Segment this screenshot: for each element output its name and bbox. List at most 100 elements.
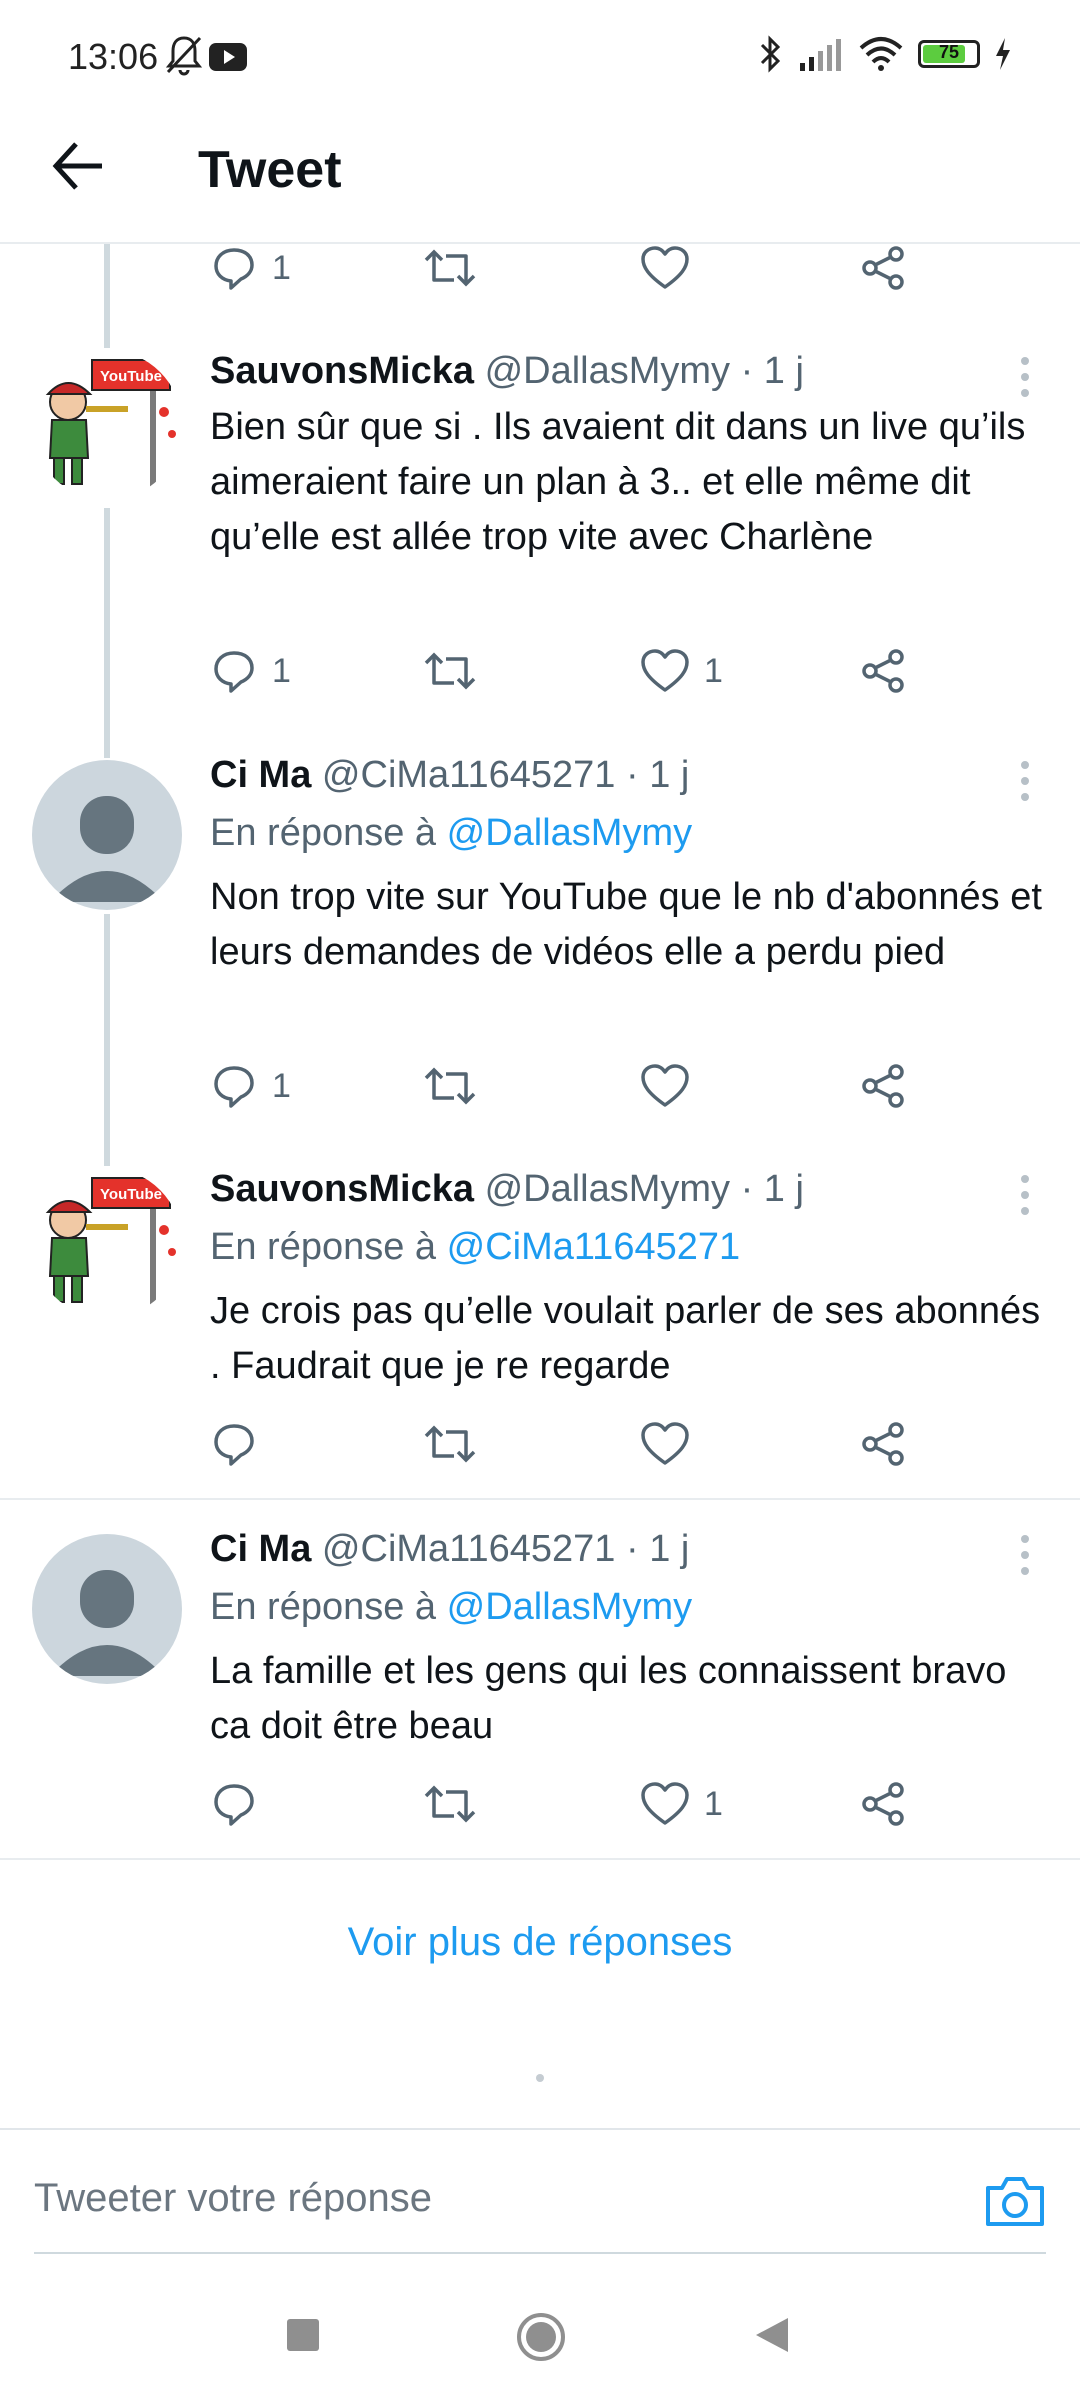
reply-input[interactable]: Tweeter votre réponse: [34, 2176, 432, 2221]
reply-to-handle-link[interactable]: @DallasMymy: [447, 812, 692, 854]
more-vertical-icon: [1021, 761, 1029, 801]
home-button[interactable]: [516, 2312, 566, 2367]
reply-count: 1: [272, 248, 291, 287]
reply-button[interactable]: 1: [210, 1056, 291, 1116]
share-icon: [862, 1064, 904, 1108]
more-vertical-icon: [1021, 1175, 1029, 1215]
camera-button[interactable]: [980, 2166, 1050, 2236]
tweet-header: Ci Ma @CiMa11645271 · 1 j: [210, 1528, 689, 1571]
tweet-actions: 1: [210, 1056, 930, 1116]
reply-to-handle-link[interactable]: @DallasMymy: [447, 1586, 692, 1628]
reply-button[interactable]: [210, 1774, 272, 1834]
reply-to-handle-link[interactable]: @CiMa11645271: [447, 1226, 741, 1268]
loading-dot: [536, 2074, 544, 2082]
share-button[interactable]: [860, 1774, 906, 1834]
reply-button[interactable]: [210, 1414, 272, 1474]
like-count: 1: [704, 651, 723, 690]
divider: [0, 1858, 1080, 1860]
author-handle-time: @DallasMymy · 1 j: [484, 1168, 804, 1210]
reply-button[interactable]: 1: [210, 641, 291, 701]
see-more-replies-link[interactable]: Voir plus de réponses: [0, 1920, 1080, 1965]
retweet-icon: [424, 652, 476, 690]
like-count: 1: [704, 1784, 723, 1823]
back-arrow-icon: [52, 142, 102, 190]
camera-icon: [986, 2177, 1044, 2226]
triangle-back-icon: [756, 2318, 788, 2352]
retweet-button[interactable]: [424, 238, 476, 298]
battery-icon: 75: [918, 40, 980, 68]
tweet-actions: 1: [210, 1774, 930, 1834]
square-icon: [287, 2319, 319, 2351]
status-time: 13:06: [68, 36, 159, 77]
reply-icon: [214, 1066, 254, 1108]
signal-icon: [800, 39, 841, 71]
like-button[interactable]: [640, 1414, 704, 1474]
back-nav-button[interactable]: [754, 2316, 790, 2359]
system-navigation-bar: [0, 2268, 1080, 2400]
avatar[interactable]: YouTube: [32, 1168, 182, 1318]
heart-icon: [641, 649, 689, 692]
tweet-actions: 1 1: [210, 641, 930, 701]
share-button[interactable]: [860, 1056, 906, 1116]
home-circle-icon: [517, 2313, 565, 2361]
reply-icon: [214, 651, 254, 693]
avatar[interactable]: YouTube: [32, 350, 182, 500]
retweet-button[interactable]: [424, 641, 476, 701]
author-name[interactable]: Ci Ma: [210, 1528, 311, 1570]
retweet-button[interactable]: [424, 1056, 476, 1116]
share-icon: [862, 1782, 904, 1826]
more-vertical-icon: [1021, 357, 1029, 397]
bluetooth-icon: [760, 35, 781, 73]
share-button[interactable]: [860, 238, 906, 298]
author-handle-time: @CiMa11645271 · 1 j: [321, 1528, 690, 1570]
more-vertical-icon: [1021, 1535, 1029, 1575]
thread-line: [104, 508, 110, 758]
like-button[interactable]: 1: [640, 641, 723, 701]
tweet-actions: 1: [210, 238, 930, 298]
more-options-button[interactable]: [1010, 352, 1040, 402]
tweet-header: Ci Ma @CiMa11645271 · 1 j: [210, 754, 689, 797]
reply-icon: [214, 1784, 254, 1826]
recents-button[interactable]: [286, 2318, 320, 2357]
retweet-button[interactable]: [424, 1414, 476, 1474]
retweet-icon: [424, 1425, 476, 1463]
author-name[interactable]: SauvonsMicka: [210, 350, 474, 392]
avatar[interactable]: [32, 760, 182, 910]
thread-line: [104, 244, 110, 348]
input-underline: [34, 2252, 1046, 2254]
author-name[interactable]: Ci Ma: [210, 754, 311, 796]
svg-text:YouTube: YouTube: [100, 368, 162, 385]
tweet-text: Non trop vite sur YouTube que le nb d'ab…: [210, 876, 1042, 973]
reply-context: En réponse à @DallasMymy: [210, 1586, 692, 1629]
back-button[interactable]: [44, 130, 116, 202]
divider: [0, 1498, 1080, 1500]
like-button[interactable]: [640, 238, 690, 298]
heart-icon: [641, 1422, 689, 1465]
author-name[interactable]: SauvonsMicka: [210, 1168, 474, 1210]
share-icon: [862, 246, 904, 290]
share-button[interactable]: [860, 1414, 906, 1474]
share-button[interactable]: [860, 641, 906, 701]
reply-context: En réponse à @DallasMymy: [210, 812, 692, 855]
retweet-icon: [424, 249, 476, 287]
page-title: Tweet: [198, 141, 342, 199]
more-options-button[interactable]: [1010, 756, 1040, 806]
reply-button[interactable]: 1: [210, 238, 291, 298]
status-icons: 75: [758, 34, 1012, 74]
cartoon-avatar-image: YouTube: [32, 1168, 182, 1318]
like-button[interactable]: 1: [640, 1774, 723, 1834]
divider: [0, 2128, 1080, 2130]
retweet-icon: [424, 1785, 476, 1823]
more-options-button[interactable]: [1010, 1530, 1040, 1580]
avatar[interactable]: [32, 1534, 182, 1684]
more-options-button[interactable]: [1010, 1170, 1040, 1220]
share-icon: [862, 649, 904, 693]
youtube-notification-icon: [208, 42, 248, 77]
author-handle-time: @DallasMymy · 1 j: [484, 350, 804, 392]
reply-count: 1: [272, 1066, 291, 1105]
tweet-actions: [210, 1414, 930, 1474]
bell-off-icon: [164, 34, 204, 81]
retweet-button[interactable]: [424, 1774, 476, 1834]
reply-to-label: En réponse à: [210, 812, 437, 854]
like-button[interactable]: [640, 1056, 704, 1116]
